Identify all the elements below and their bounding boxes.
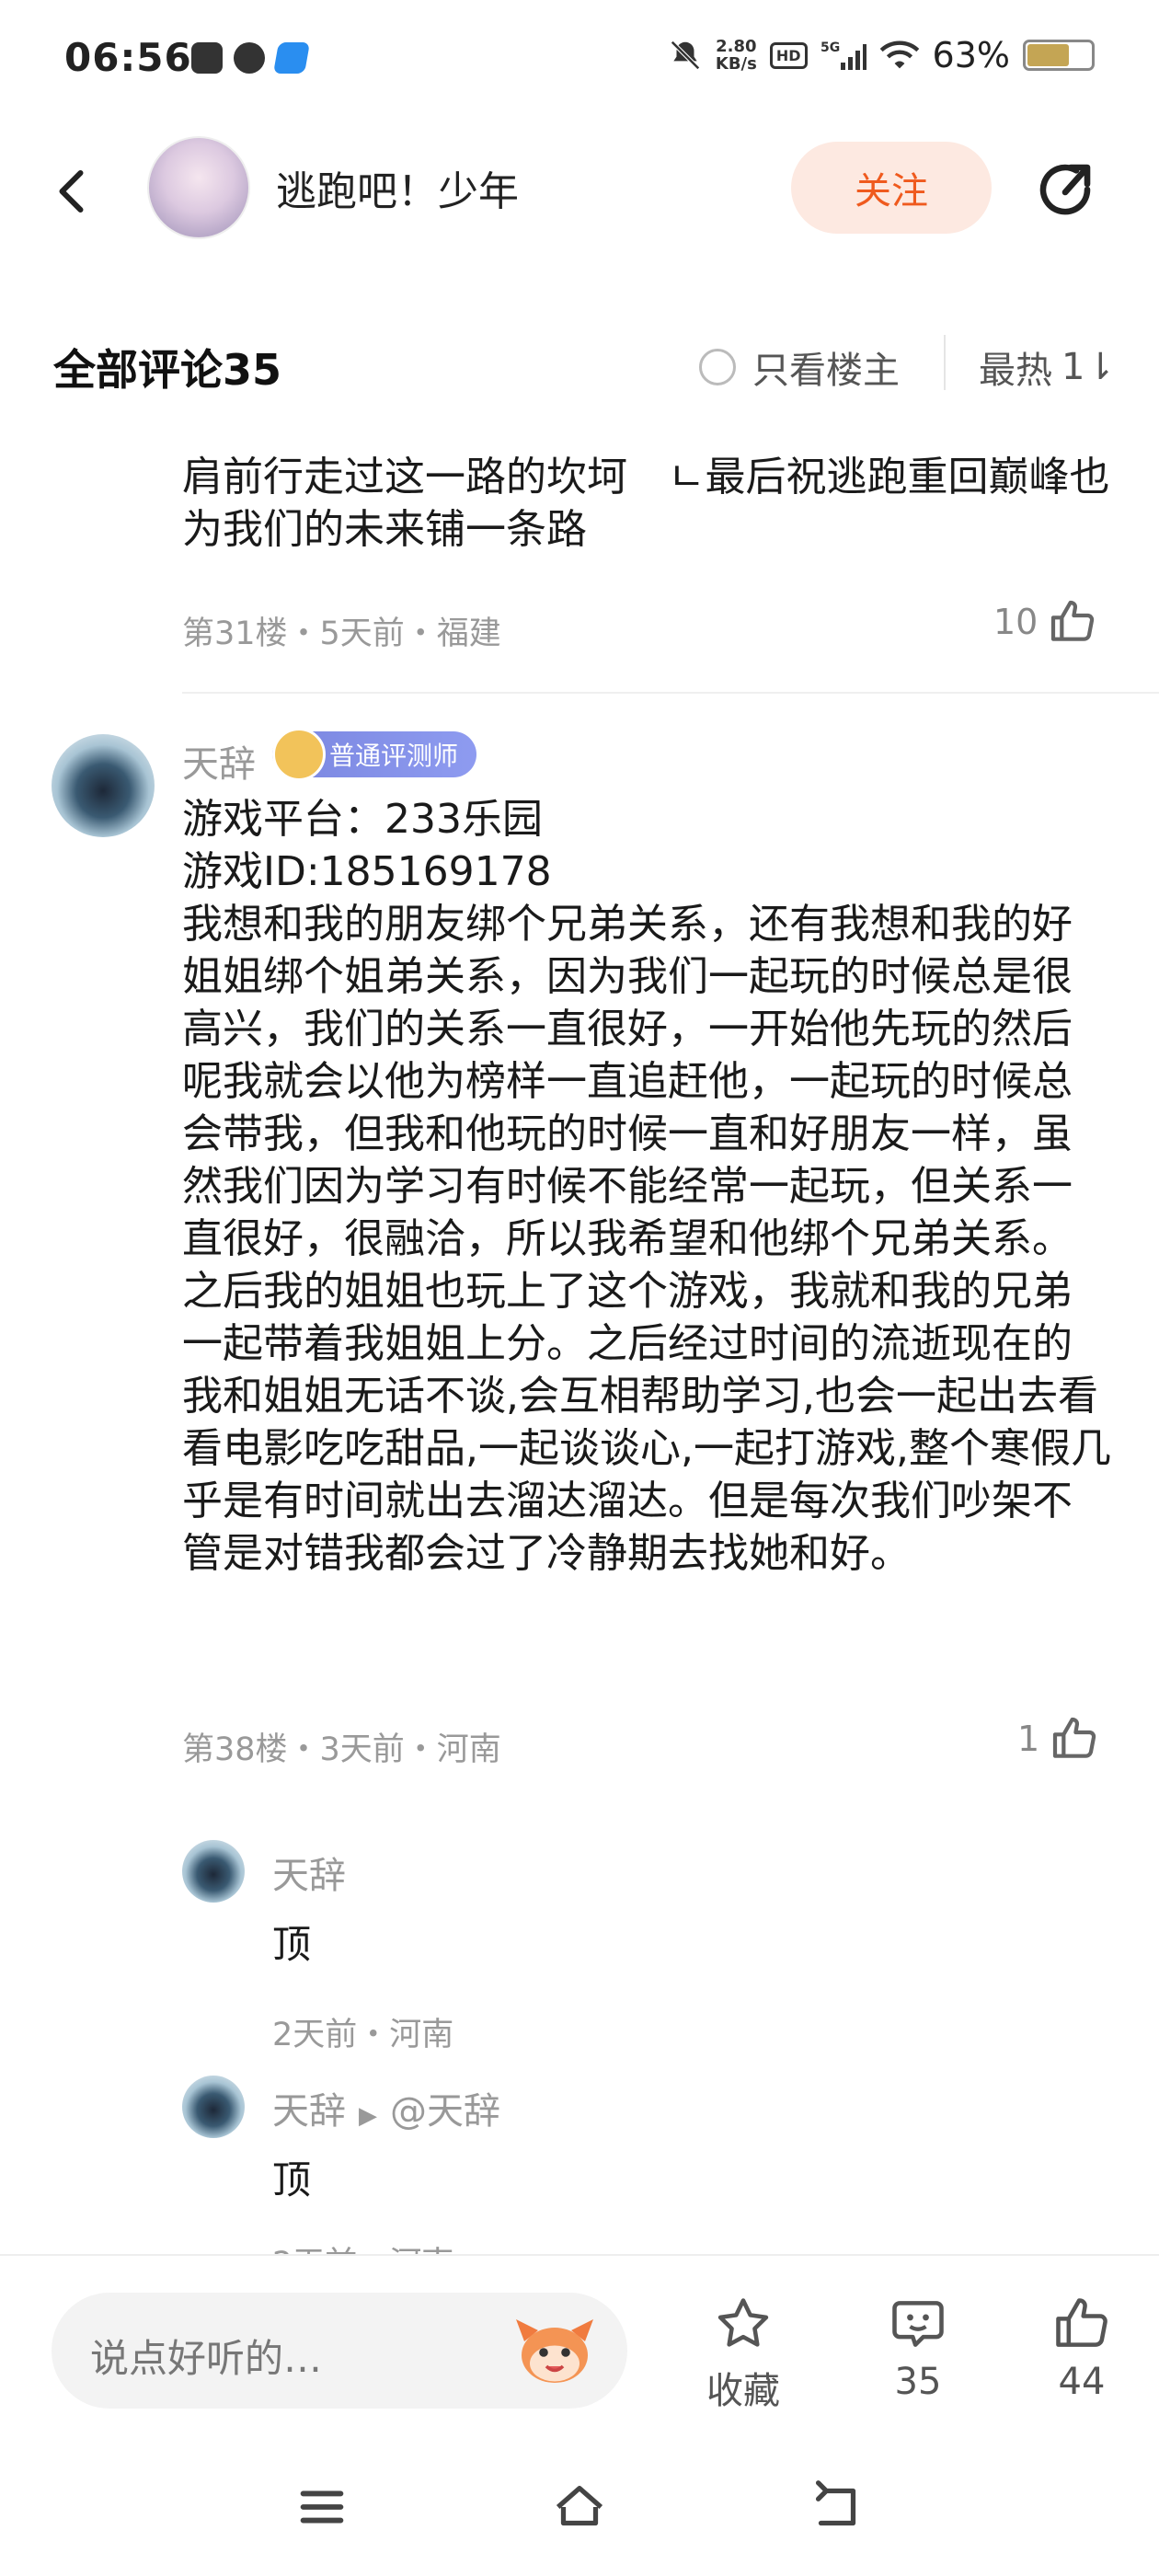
sort-selector[interactable]: 最热 1⇂	[979, 340, 1116, 394]
reviewer-badge: 普通评测师	[272, 728, 477, 781]
mascot-icon[interactable]	[513, 2311, 596, 2388]
author-avatar[interactable]	[147, 136, 250, 239]
battery-icon	[1023, 40, 1095, 71]
follow-button[interactable]: 关注	[791, 142, 992, 234]
badge-label: 普通评测师	[329, 741, 459, 771]
comment-meta: 第38楼・3天前・河南	[182, 1731, 501, 1768]
like-button[interactable]: 44	[1017, 2293, 1146, 2403]
reply-to-mention[interactable]: @天辞	[390, 2090, 500, 2133]
reply-avatar[interactable]	[182, 1840, 245, 1903]
cellular-signal-icon: 5G	[820, 40, 866, 70]
favorite-button[interactable]: 收藏	[679, 2293, 808, 2414]
comment-input[interactable]: 说点好听的…	[52, 2293, 627, 2409]
reply-arrow-icon: ▶	[359, 2102, 377, 2130]
post-header: 逃跑吧！少年 关注	[0, 120, 1159, 258]
comment-text: 游戏平台：233乐园 游戏ID:185169178 我想和我的朋友绑个兄弟关系，…	[182, 796, 1111, 1577]
reply-meta: 2天前・河南	[272, 2017, 454, 2053]
system-nav-bar	[0, 2429, 1159, 2576]
thumb-up-icon	[1053, 1717, 1096, 1758]
home-icon[interactable]	[543, 2475, 616, 2539]
divider	[944, 335, 946, 390]
like-count: 1	[1017, 1719, 1040, 1759]
commenter-name[interactable]: 天辞	[182, 734, 256, 788]
net-speed: 2.80 KB/s	[715, 37, 757, 74]
commenter-avatar[interactable]	[52, 734, 155, 837]
sort-icon: 1⇂	[1061, 346, 1116, 388]
only-owner-label: 只看楼主	[752, 350, 900, 392]
like-count: 10	[993, 602, 1039, 642]
comment-count: 35	[894, 2361, 942, 2403]
only-owner-toggle[interactable]: 只看楼主	[699, 340, 900, 394]
sort-label: 最热	[979, 350, 1052, 392]
reply-user-line: 天辞 ▶ @天辞	[272, 2081, 500, 2134]
reply-user-name[interactable]: 天辞	[272, 2090, 346, 2133]
comment-meta: 第31楼・5天前・福建	[182, 615, 501, 652]
like-count: 44	[1058, 2361, 1106, 2403]
comment-text: 肩前行走过这一路的坎坷 ㄴ最后祝逃跑重回巅峰也为我们的未来铺一条路	[182, 454, 1110, 553]
comments-title: 全部评论35	[53, 345, 282, 395]
author-name[interactable]: 逃跑吧！少年	[276, 158, 519, 217]
message-notification-icon	[234, 42, 265, 74]
reply-user-name[interactable]: 天辞	[272, 1846, 346, 1899]
reply-text: 顶	[272, 1922, 312, 1967]
comment-like-button[interactable]: 1	[1017, 1713, 1100, 1765]
comment-icon	[892, 2301, 944, 2347]
comment-divider	[182, 692, 1159, 694]
reviewer-badge-icon	[272, 728, 326, 781]
wifi-icon	[879, 40, 919, 69]
share-icon[interactable]	[1032, 156, 1098, 223]
comments-button[interactable]: 35	[854, 2293, 982, 2403]
reply-avatar[interactable]	[182, 2076, 245, 2138]
back-icon[interactable]	[46, 164, 101, 219]
favorite-label: 收藏	[706, 2370, 780, 2412]
thumb-up-icon	[1051, 600, 1095, 641]
status-time: 06:56	[64, 35, 192, 80]
star-icon	[717, 2298, 769, 2347]
comment-input-placeholder: 说点好听的…	[90, 2336, 323, 2381]
bottom-action-bar: 说点好听的… 收藏 35 44	[0, 2254, 1159, 2429]
status-bar: 06:56 2.80 KB/s HD 5G 63%	[0, 0, 1159, 120]
reply-text: 顶	[272, 2157, 312, 2202]
thumb-up-icon	[1056, 2298, 1107, 2347]
only-owner-radio[interactable]	[699, 349, 736, 385]
comment-like-button[interactable]: 10	[993, 596, 1098, 648]
return-icon[interactable]	[800, 2475, 874, 2539]
hd-indicator: HD	[769, 41, 808, 69]
app-notification-icon	[191, 42, 223, 74]
menu-icon[interactable]	[285, 2475, 359, 2539]
send-notification-icon	[273, 42, 310, 74]
battery-percent: 63%	[932, 35, 1010, 75]
mute-bell-icon	[670, 40, 700, 70]
svg-text:5G: 5G	[820, 40, 840, 55]
comments-header: 全部评论35 只看楼主 最热 1⇂	[0, 313, 1159, 414]
